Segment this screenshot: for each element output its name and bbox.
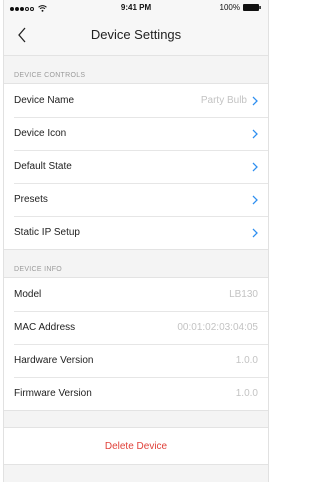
row-right: Party Bulb bbox=[201, 95, 258, 106]
device-icon-row[interactable]: Device Icon bbox=[4, 117, 268, 150]
device-controls-group: Device Name Party Bulb Device Icon Defau… bbox=[4, 83, 268, 250]
chevron-right-icon bbox=[252, 228, 258, 237]
device-name-row[interactable]: Device Name Party Bulb bbox=[4, 84, 268, 117]
default-state-row[interactable]: Default State bbox=[4, 150, 268, 183]
row-right bbox=[252, 129, 258, 139]
row-label: Device Icon bbox=[14, 128, 67, 139]
page-title: Device Settings bbox=[90, 27, 182, 42]
battery-icon bbox=[243, 4, 261, 11]
hardware-version-row: Hardware Version 1.0.0 bbox=[4, 344, 268, 377]
row-right bbox=[252, 162, 258, 172]
delete-group: Delete Device bbox=[4, 427, 268, 465]
hardware-version-value: 1.0.0 bbox=[235, 355, 258, 366]
row-label: Static IP Setup bbox=[14, 227, 80, 238]
battery-percentage: 100% bbox=[219, 3, 240, 12]
row-label: Device Name bbox=[14, 95, 75, 106]
firmware-version-row: Firmware Version 1.0.0 bbox=[4, 377, 268, 410]
row-label: MAC Address bbox=[14, 322, 76, 333]
section-header-device-controls: DEVICE CONTROLS bbox=[14, 72, 86, 79]
mac-address-row: MAC Address 00:01:02:03:04:05 bbox=[4, 311, 268, 344]
presets-row[interactable]: Presets bbox=[4, 183, 268, 216]
firmware-version-value: 1.0.0 bbox=[235, 388, 258, 399]
status-right: 100% bbox=[220, 3, 261, 12]
row-label: Presets bbox=[14, 194, 48, 205]
chevron-right-icon bbox=[252, 195, 258, 204]
row-label: Default State bbox=[14, 161, 72, 172]
row-label: Model bbox=[14, 289, 42, 300]
row-right bbox=[252, 228, 258, 238]
device-info-group: Model LB130 MAC Address 00:01:02:03:04:0… bbox=[4, 277, 268, 411]
row-right bbox=[252, 195, 258, 205]
chevron-right-icon bbox=[252, 129, 258, 138]
device-settings-screen: 9:41 PM 100% Device Settings DEVICE CONT… bbox=[3, 0, 269, 482]
navigation-bar: Device Settings bbox=[4, 16, 268, 56]
model-row: Model LB130 bbox=[4, 278, 268, 311]
model-value: LB130 bbox=[229, 289, 258, 300]
chevron-right-icon bbox=[252, 162, 258, 171]
chevron-right-icon bbox=[252, 96, 258, 105]
section-header-device-info: DEVICE INFO bbox=[14, 266, 63, 273]
mac-address-value: 00:01:02:03:04:05 bbox=[177, 322, 258, 333]
static-ip-setup-row[interactable]: Static IP Setup bbox=[4, 216, 268, 249]
top-area: 9:41 PM 100% Device Settings bbox=[4, 0, 268, 56]
device-name-value: Party Bulb bbox=[200, 95, 247, 106]
status-bar: 9:41 PM 100% bbox=[4, 0, 268, 16]
row-label: Hardware Version bbox=[14, 355, 94, 366]
row-label: Firmware Version bbox=[14, 388, 92, 399]
delete-device-button[interactable]: Delete Device bbox=[4, 428, 268, 464]
